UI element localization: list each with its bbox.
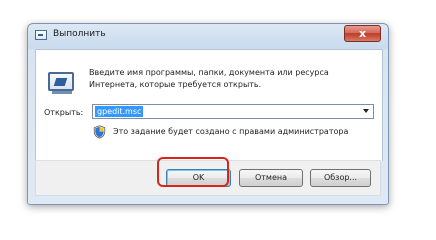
chevron-down-icon[interactable] xyxy=(363,109,369,113)
admin-shield-icon xyxy=(93,125,106,139)
dialog-content: Введите имя программы, папки, документа … xyxy=(35,49,383,161)
open-input-value[interactable]: gpedit.msc xyxy=(95,106,144,117)
run-icon xyxy=(35,30,47,40)
admin-note: Это задание будет создано с правами адми… xyxy=(113,127,349,136)
open-combobox[interactable]: gpedit.msc xyxy=(92,104,374,119)
close-button[interactable]: x xyxy=(344,25,381,42)
run-program-icon xyxy=(48,72,74,94)
cancel-button[interactable]: Отмена xyxy=(239,169,303,187)
open-label: Открыть: xyxy=(44,108,84,117)
browse-button[interactable]: Обзор... xyxy=(310,169,371,187)
title-bar[interactable]: Выполнить x xyxy=(28,24,388,48)
window-title: Выполнить xyxy=(53,29,106,39)
dialog-description: Введите имя программы, папки, документа … xyxy=(89,68,329,89)
ok-highlight-outline xyxy=(157,157,229,187)
